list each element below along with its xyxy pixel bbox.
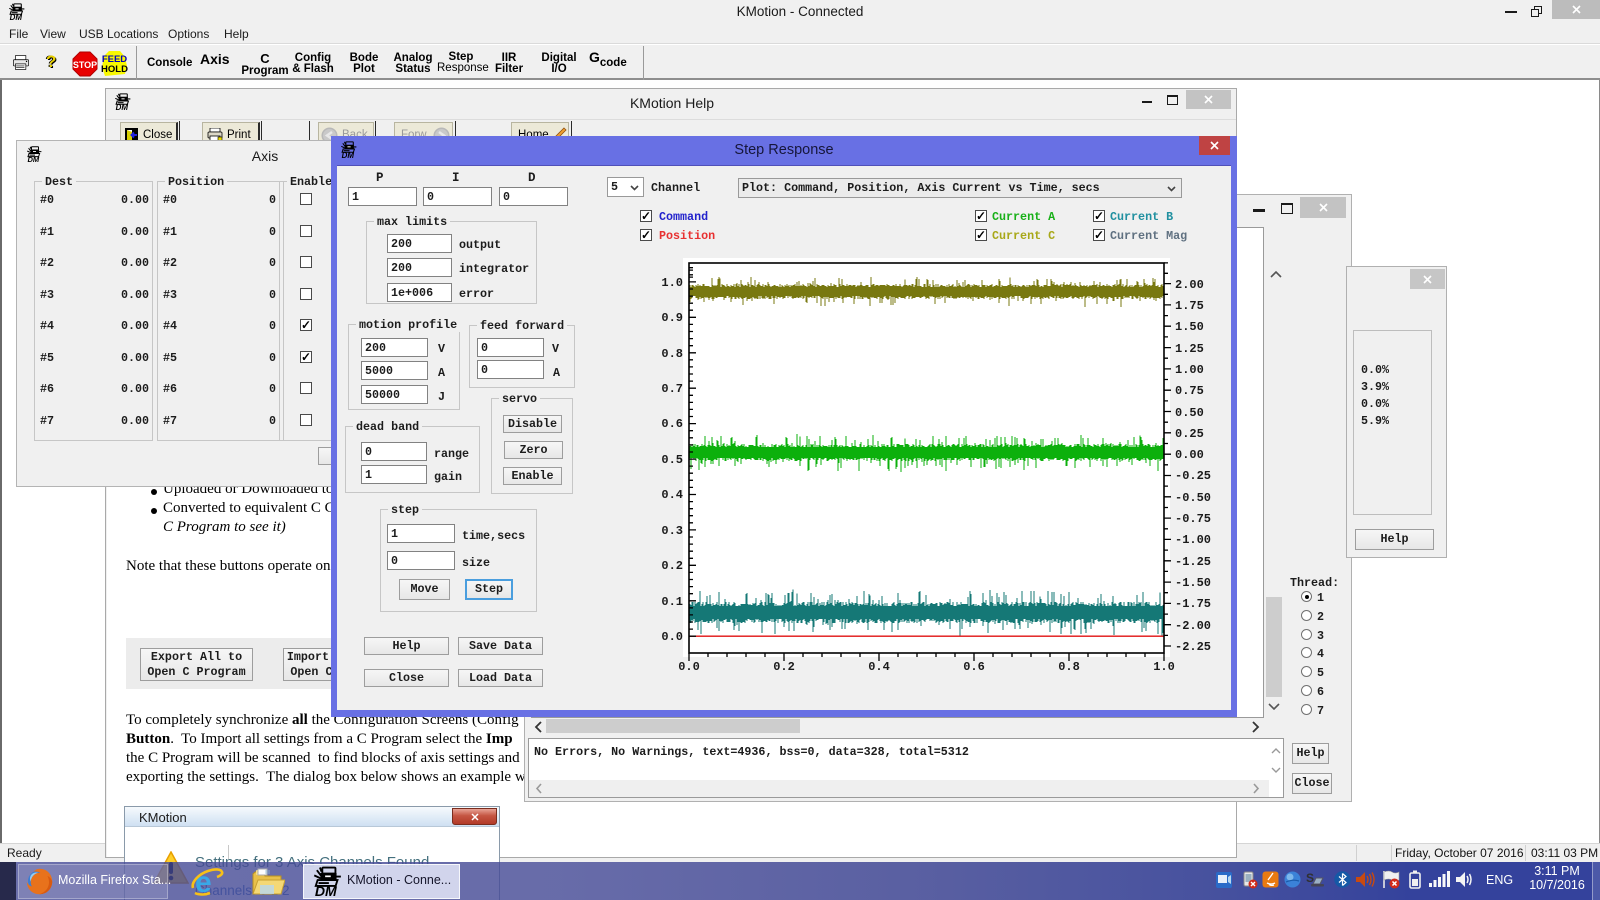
svg-text:-0.75: -0.75 [1175, 512, 1211, 526]
svg-text:1.75: 1.75 [1175, 299, 1204, 313]
svg-text:1.50: 1.50 [1175, 320, 1204, 334]
svg-text:0.3: 0.3 [661, 524, 683, 538]
svg-text:-1.25: -1.25 [1175, 555, 1211, 569]
svg-text:-2.25: -2.25 [1175, 640, 1211, 654]
svg-text:-1.75: -1.75 [1175, 597, 1211, 611]
svg-text:0.50: 0.50 [1175, 406, 1204, 420]
svg-text:0.8: 0.8 [1058, 660, 1080, 674]
svg-text:0.6: 0.6 [963, 660, 985, 674]
svg-text:DM: DM [315, 883, 337, 896]
svg-text:-0.25: -0.25 [1175, 469, 1211, 483]
svg-text:S: S [1306, 871, 1314, 885]
svg-text:1.25: 1.25 [1175, 342, 1204, 356]
svg-text:-1.00: -1.00 [1175, 533, 1211, 547]
svg-text:0.0: 0.0 [661, 630, 683, 644]
svg-text:2.00: 2.00 [1175, 278, 1204, 292]
svg-text:-0.50: -0.50 [1175, 491, 1211, 505]
svg-text:0.1: 0.1 [661, 595, 683, 609]
svg-text:0.6: 0.6 [661, 417, 683, 431]
svg-text:0.0: 0.0 [678, 660, 700, 674]
svg-text:1.0: 1.0 [1153, 660, 1175, 674]
svg-text:0.75: 0.75 [1175, 384, 1204, 398]
svg-text:1.00: 1.00 [1175, 363, 1204, 377]
svg-text:1.0: 1.0 [661, 276, 683, 290]
svg-text:0.4: 0.4 [661, 488, 683, 502]
svg-text:0.00: 0.00 [1175, 448, 1204, 462]
svg-text:0.5: 0.5 [661, 453, 683, 467]
svg-text:0.2: 0.2 [661, 559, 683, 573]
svg-text:0.2: 0.2 [773, 660, 795, 674]
svg-text:0.25: 0.25 [1175, 427, 1204, 441]
svg-text:-1.50: -1.50 [1175, 576, 1211, 590]
svg-text:0.4: 0.4 [868, 660, 890, 674]
svg-text:0.7: 0.7 [661, 382, 683, 396]
svg-text:-2.00: -2.00 [1175, 619, 1211, 633]
svg-text:0.8: 0.8 [661, 347, 683, 361]
svg-text:0.9: 0.9 [661, 311, 683, 325]
